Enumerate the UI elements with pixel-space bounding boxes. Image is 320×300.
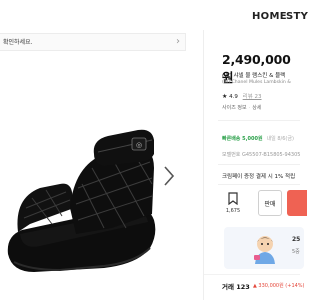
divider xyxy=(218,164,300,165)
column-divider xyxy=(203,30,204,300)
sell-button[interactable]: 판매 xyxy=(258,190,282,216)
notice-chevron-right-icon: › xyxy=(176,36,180,47)
bookmark-count: 1,675 xyxy=(225,208,241,214)
price-change: ▲ 330,000원 (+14%) xyxy=(253,283,305,289)
size-info-separator: · xyxy=(248,105,251,111)
rating-value: 4.9 xyxy=(229,94,238,100)
bookmark-button[interactable]: 1,675 xyxy=(224,192,242,220)
delivery-date: 내일 8/6(금) xyxy=(266,136,294,142)
promo-text[interactable]: 크림페이 증정 결제 시 1% 적립 xyxy=(222,172,295,180)
banner-character-illustration xyxy=(250,233,280,265)
banner-line-1: 25 xyxy=(292,236,301,243)
notice-text: 확인하세요. xyxy=(3,39,33,46)
product-rating: ★ 4.9 리뷰 23 xyxy=(222,92,262,100)
next-image-chevron-right-icon[interactable] xyxy=(162,165,176,187)
divider xyxy=(218,120,300,121)
fast-delivery-tag: 빠른배송 5,000원 xyxy=(222,136,263,142)
size-info: 사이즈 정보 · 상세 xyxy=(222,104,261,111)
top-nav: HOME STY xyxy=(0,0,308,34)
review-count-link[interactable]: 리뷰 23 xyxy=(243,94,262,100)
nav-style-link[interactable]: STY xyxy=(286,11,308,22)
nav-home-link[interactable]: HOME xyxy=(252,11,287,22)
product-name-english: (W) Chanel Mules Lambskin & xyxy=(222,80,291,85)
divider xyxy=(218,184,300,185)
size-info-link[interactable]: 사이즈 정보 xyxy=(222,105,247,111)
model-number: 모델번호 G45507-B15805-94305 xyxy=(222,152,301,158)
svg-text:◎: ◎ xyxy=(136,141,142,149)
product-name-korean: (W) 샤넬 물 램스킨 & 블랙 xyxy=(222,73,286,79)
buy-button[interactable] xyxy=(287,190,307,216)
banner-line-2: 5중 xyxy=(292,249,300,255)
star-icon: ★ xyxy=(222,93,228,100)
notice-box[interactable]: 확인하세요. › xyxy=(0,33,186,51)
size-detail-link[interactable]: 상세 xyxy=(252,105,261,111)
trade-count: 거래 123 xyxy=(222,283,250,291)
bookmark-icon xyxy=(228,192,238,205)
delivery-info: 빠른배송 5,000원 내일 8/6(금) xyxy=(222,135,294,142)
